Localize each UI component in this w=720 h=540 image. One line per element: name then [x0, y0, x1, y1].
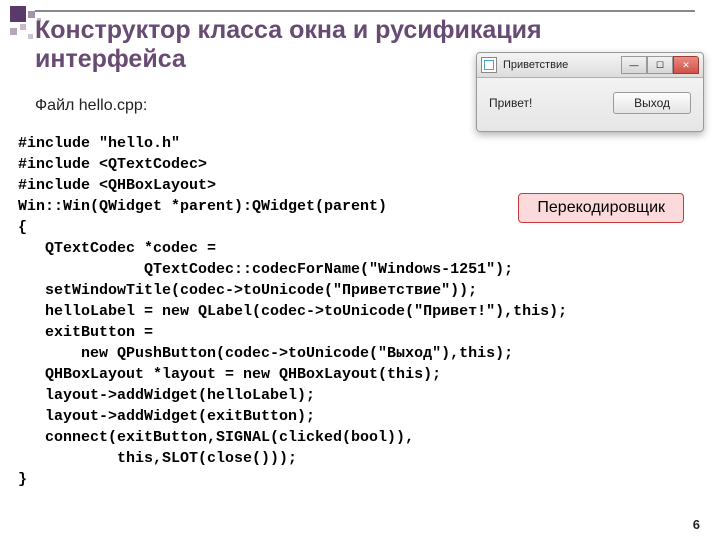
- maximize-button[interactable]: ☐: [647, 56, 673, 74]
- exit-button[interactable]: Выход: [613, 92, 691, 114]
- window-titlebar: Приветствие — ☐ ✕: [477, 53, 703, 78]
- code-listing: #include "hello.h" #include <QTextCodec>…: [18, 133, 567, 490]
- file-label: Файл hello.cpp:: [35, 97, 147, 115]
- callout-box: Перекодировщик: [518, 193, 684, 223]
- close-button[interactable]: ✕: [673, 56, 699, 74]
- window-body: Привет! Выход: [477, 78, 703, 128]
- window-app-icon: [481, 57, 497, 73]
- window-title: Приветствие: [503, 59, 621, 71]
- page-number: 6: [693, 517, 700, 532]
- hello-label: Привет!: [489, 96, 532, 110]
- minimize-button[interactable]: —: [621, 56, 647, 74]
- example-window: Приветствие — ☐ ✕ Привет! Выход: [476, 52, 704, 132]
- title-divider: [35, 10, 695, 12]
